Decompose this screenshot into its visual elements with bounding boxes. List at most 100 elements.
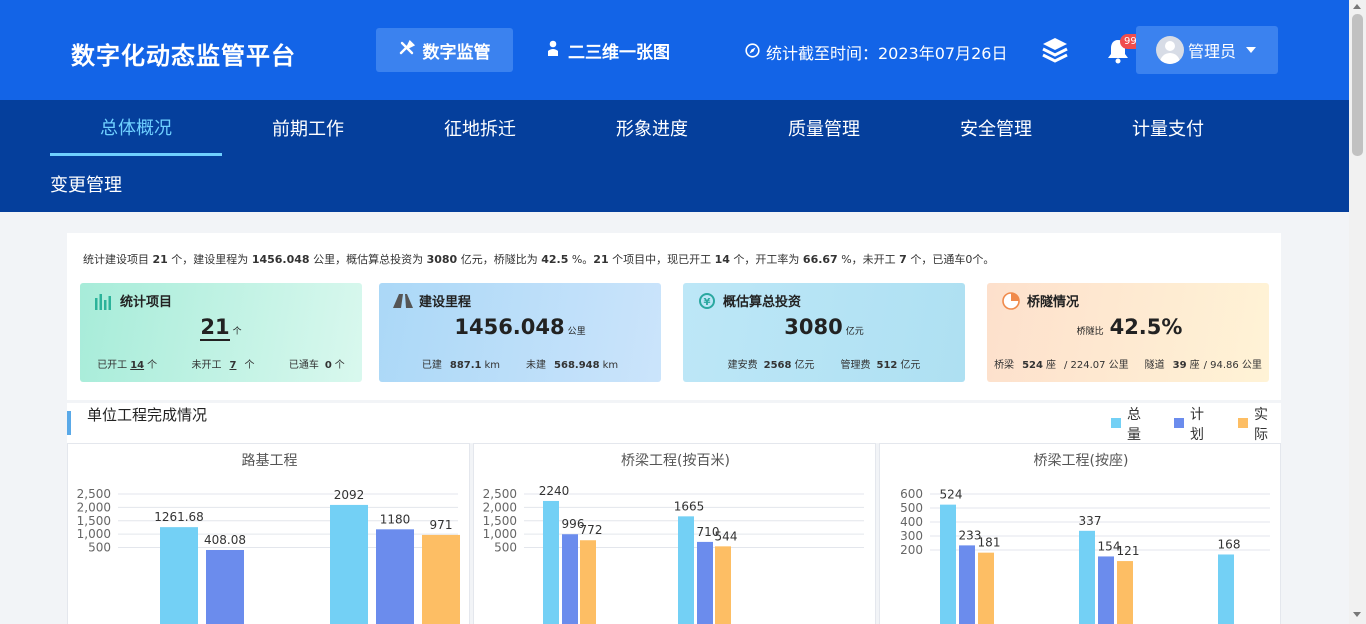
bar-actual	[1117, 561, 1133, 624]
stat-label: 未开工	[191, 360, 222, 371]
summary-part: 个项目中，现已开工	[608, 253, 715, 266]
map-button[interactable]: 二三维一张图	[546, 28, 670, 72]
mileage-card-title: 建设里程	[393, 291, 471, 310]
scroll-thumb[interactable]	[1352, 14, 1363, 156]
data-label: 2092	[334, 488, 365, 502]
stat-unit: km	[602, 360, 619, 371]
summary-part: 统计建设项目	[83, 253, 153, 266]
stat-value: 2568	[763, 360, 792, 371]
bridge-count-chart-svg: 桥梁工程(按座)200300400500600 52423318133715412…	[900, 453, 1270, 624]
digital-supervision-button[interactable]: 数字监管	[376, 28, 513, 72]
stat-label: 隧道	[1144, 360, 1165, 371]
projects-card[interactable]: 统计项目 21 个 已开工 14 个 未开工 7 个 已通车 0 个	[80, 283, 362, 382]
summary-value: 21	[593, 253, 609, 266]
bridge-tunnel-card[interactable]: 桥隧情况 桥隧比 42.5% 桥梁 524 座/ 224.07 公里 隧道 39 座/ 9…	[987, 283, 1269, 382]
investment-card[interactable]: ¥ 概估算总投资 3080 亿元 建安费 2568 亿元 管理费 512 亿元	[683, 283, 965, 382]
y-tick-label: 400	[900, 515, 923, 529]
data-label: 337	[1079, 514, 1102, 528]
page-scrollbar[interactable]	[1349, 0, 1366, 624]
construction-fee-stat: 建安费 2568 亿元	[728, 356, 815, 371]
data-label: 2240	[539, 484, 570, 498]
nav-safety[interactable]: 安全管理	[910, 100, 1082, 156]
nav-payment[interactable]: 计量支付	[1082, 100, 1254, 156]
stat-unit: 亿元	[900, 360, 921, 371]
nav-land-acquisition[interactable]: 征地拆迁	[394, 100, 566, 156]
summary-part: 公里，概估算总投资为	[309, 253, 427, 266]
data-label: 121	[1117, 544, 1140, 558]
bar-total	[940, 504, 956, 624]
summary-value: 7	[899, 253, 907, 266]
road-icon	[393, 292, 413, 310]
summary-value: 1456.048	[251, 253, 310, 266]
mileage-value: 1456.048 公里	[379, 315, 661, 339]
summary-value: 21	[152, 253, 168, 266]
summary-value: 66.67	[802, 253, 838, 266]
chart-title: 路基工程	[242, 452, 298, 469]
bar-total	[330, 504, 368, 624]
stat-value[interactable]: 7	[229, 360, 236, 371]
nav-change[interactable]: 变更管理	[50, 156, 122, 212]
legend-swatch	[1111, 418, 1121, 428]
svg-text:¥: ¥	[704, 297, 711, 308]
projects-unit: 个	[232, 327, 242, 337]
yen-coin-icon: ¥	[697, 292, 717, 310]
summary-part: 个，已通车0个。	[906, 253, 995, 266]
bar-total	[1079, 530, 1095, 624]
nav-preliminary[interactable]: 前期工作	[222, 100, 394, 156]
bar-plan	[697, 541, 713, 624]
map-button-label: 二三维一张图	[568, 42, 670, 63]
bar-plan	[376, 529, 414, 624]
legend-actual[interactable]: 实际	[1238, 405, 1270, 445]
bridge-ratio: 桥隧比 42.5%	[987, 315, 1269, 339]
layers-icon[interactable]	[1041, 36, 1069, 64]
scroll-up-icon[interactable]	[1353, 4, 1361, 9]
nav-progress[interactable]: 形象进度	[566, 100, 738, 156]
nav-overview[interactable]: 总体概况	[50, 100, 222, 156]
unbuilt-stat: 未建 568.948 km	[526, 356, 618, 371]
summary-part: %。	[568, 253, 594, 266]
stat-label: 已建	[421, 360, 442, 371]
legend-total[interactable]: 总量	[1111, 405, 1143, 445]
scroll-down-icon[interactable]	[1353, 612, 1361, 617]
roadbed-chart-svg: 路基工程 5001,0001,5002,0002,500 1261.68408.08…	[77, 452, 460, 624]
bar-chart-icon	[94, 292, 114, 310]
nav-quality[interactable]: 质量管理	[738, 100, 910, 156]
y-tick-label: 600	[900, 487, 923, 501]
summary-part: 亿元，桥隧比为	[457, 253, 542, 266]
data-label: 1180	[380, 512, 411, 526]
chart-title: 桥梁工程(按百米)	[621, 453, 730, 469]
summary-value: 42.5	[541, 253, 569, 266]
y-tick-label: 500	[494, 541, 517, 555]
bridge-hundred-meter-chart-svg: 桥梁工程(按百米)5001,0001,5002,0002,500 22409967…	[483, 453, 864, 624]
bar-actual	[580, 540, 596, 624]
bar-total	[678, 516, 694, 624]
summary-part: %，未开工	[837, 253, 900, 266]
investment-value: 3080 亿元	[683, 315, 965, 339]
tools-icon	[399, 39, 415, 60]
mileage-card-title-text: 建设里程	[419, 295, 472, 310]
stat-extra: / 94.86 公里	[1203, 360, 1262, 371]
platform-title: 数字化动态监管平台	[71, 42, 296, 70]
y-tick-label: 2,500	[483, 487, 517, 501]
stat-unit: 个	[334, 360, 345, 371]
legend-plan[interactable]: 计划	[1174, 405, 1206, 445]
bar-total	[1218, 554, 1234, 624]
projects-value: 21 个	[80, 315, 362, 341]
user-menu[interactable]: 管理员	[1136, 26, 1278, 74]
stat-value[interactable]: 14	[130, 360, 144, 371]
roadbed-chart: 路基工程 500 1,000 1,500 2,000 2,500 1261.68 408.08…	[67, 443, 470, 624]
summary-part: 个，建设里程为	[167, 253, 252, 266]
y-tick-label: 500	[900, 501, 923, 515]
stat-unit: km	[484, 360, 501, 371]
stat-time: 统计截至时间：2023年07月26日	[745, 40, 1007, 64]
mileage-card[interactable]: 建设里程 1456.048 公里 已建 887.1 km 未建 568.948 km	[379, 283, 661, 382]
projects-card-title: 统计项目	[94, 291, 172, 310]
chart-title: 桥梁工程(按座)	[1034, 453, 1129, 469]
unit-completion-section: 单位工程完成情况 总量 计划 实际	[67, 403, 1281, 443]
bridge-hundred-meter-chart: 桥梁工程(按百米) 500 1,000 1,500 2,000 2,500 2240 996 7…	[473, 443, 876, 624]
y-tick-label: 1,000	[483, 527, 517, 541]
data-label: 524	[940, 488, 963, 502]
data-label: 1665	[674, 499, 705, 513]
investment-number: 3080	[784, 315, 843, 339]
not-started-stat: 未开工 7 个	[191, 356, 254, 371]
